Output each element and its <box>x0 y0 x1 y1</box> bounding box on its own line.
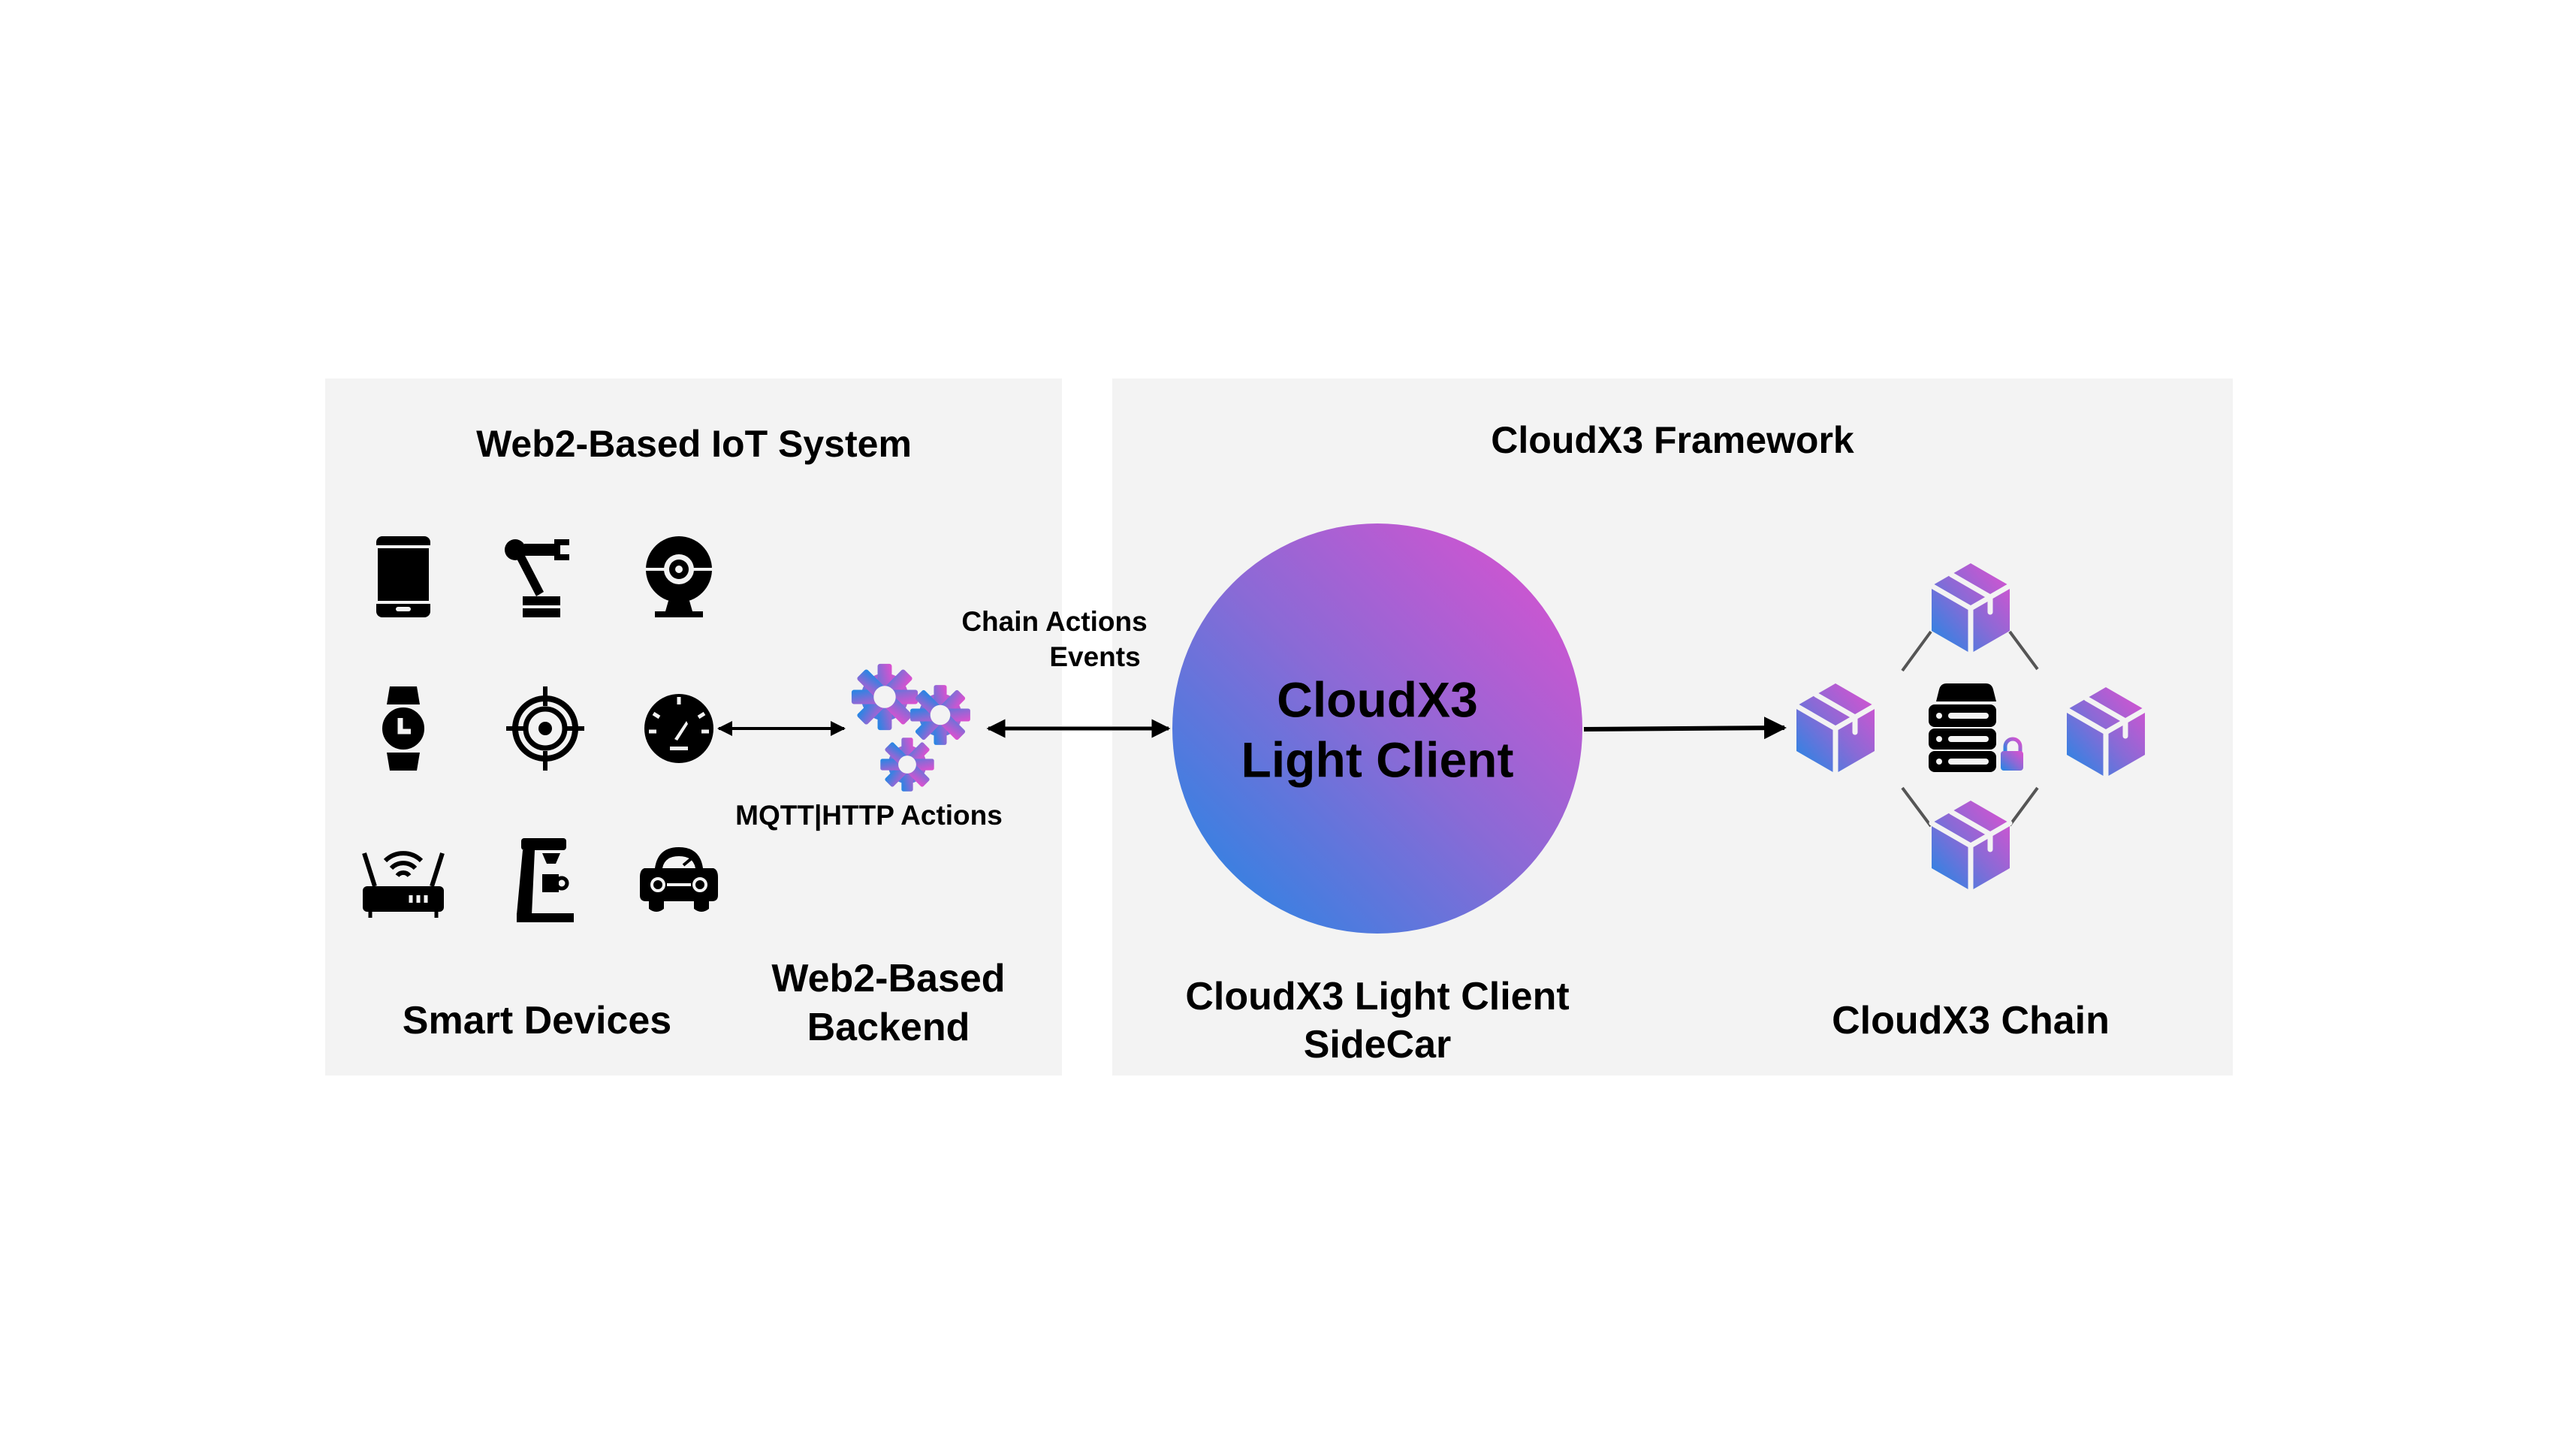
sidecar-label-line2: SideCar <box>1303 1022 1452 1066</box>
events-label: Events <box>1049 641 1141 672</box>
secure-server-icon <box>1929 683 2023 772</box>
backend-label-line2: Backend <box>807 1005 970 1049</box>
block-cube-icon <box>1790 680 1881 777</box>
light-client-title-line2: Light Client <box>1241 732 1514 788</box>
backend-label-line1: Web2-Based <box>771 956 1006 1000</box>
lightclient-chain-arrow <box>1583 716 1787 740</box>
chain-label: CloudX3 Chain <box>1832 998 2110 1042</box>
block-cube-icon <box>2061 683 2151 781</box>
chain-actions-label: Chain Actions <box>961 605 1148 637</box>
mqtt-http-actions-label: MQTT|HTTP Actions <box>735 799 1003 831</box>
block-cube-icon <box>1926 797 2016 894</box>
smart-devices-label: Smart Devices <box>402 998 672 1042</box>
light-client-title-line1: CloudX3 <box>1277 671 1478 728</box>
sidecar-label-line1: CloudX3 Light Client <box>1185 974 1570 1018</box>
block-cube-icon <box>1926 560 2016 657</box>
